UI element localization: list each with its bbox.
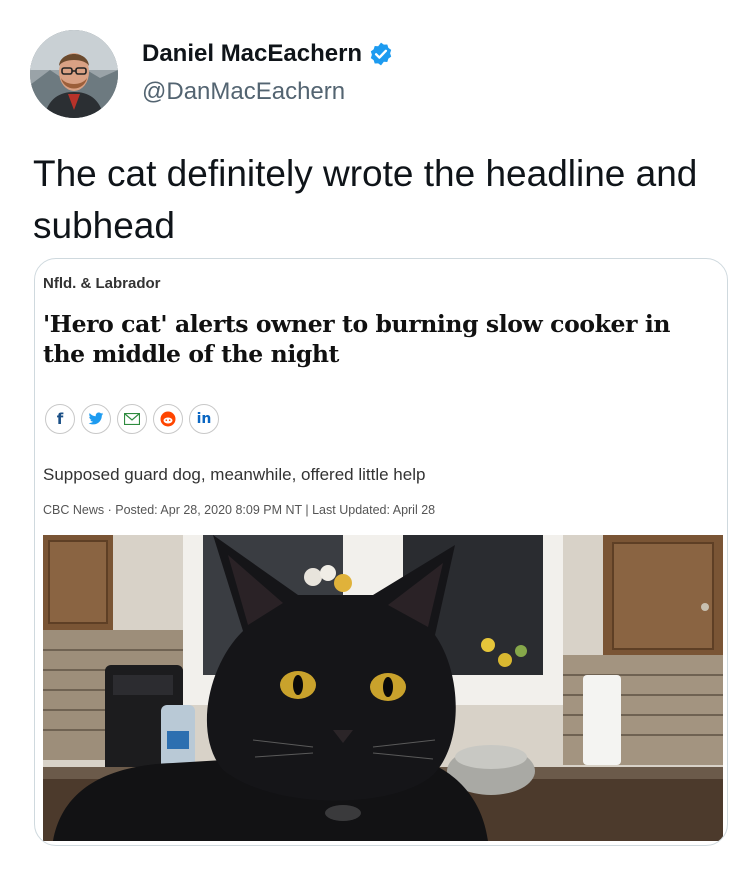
facebook-glyph: f (56, 410, 64, 428)
twitter-icon[interactable] (81, 404, 111, 434)
share-buttons: f in (45, 404, 225, 434)
handle[interactable]: @DanMacEachern (142, 78, 345, 106)
author-row: Daniel MacEachern (142, 40, 394, 68)
facebook-icon[interactable]: f (45, 404, 75, 434)
article-headline[interactable]: 'Hero cat' alerts owner to burning slow … (43, 309, 703, 369)
article-photo[interactable] (43, 535, 723, 841)
envelope-icon (124, 413, 140, 425)
tweet-text: The cat definitely wrote the headline an… (33, 153, 698, 246)
verified-badge-icon (370, 42, 392, 66)
linkedin-icon[interactable]: in (189, 404, 219, 434)
reddit-alien-icon (160, 411, 176, 427)
black-cat-kitchen-photo (43, 535, 723, 841)
twitter-bird-icon (88, 412, 104, 425)
email-icon[interactable] (117, 404, 147, 434)
display-name[interactable]: Daniel MacEachern (142, 40, 362, 68)
linkedin-glyph: in (196, 411, 212, 427)
avatar-image (30, 30, 118, 118)
section-label[interactable]: Nfld. & Labrador (43, 275, 161, 292)
article-subhead: Supposed guard dog, meanwhile, offered l… (43, 465, 426, 484)
avatar[interactable] (30, 30, 118, 118)
reddit-icon[interactable] (153, 404, 183, 434)
article-byline: CBC News · Posted: Apr 28, 2020 8:09 PM … (43, 503, 436, 517)
tweet: Daniel MacEachern @DanMacEachern The cat… (0, 0, 750, 886)
article-card[interactable]: Nfld. & Labrador 'Hero cat' alerts owner… (34, 258, 728, 846)
